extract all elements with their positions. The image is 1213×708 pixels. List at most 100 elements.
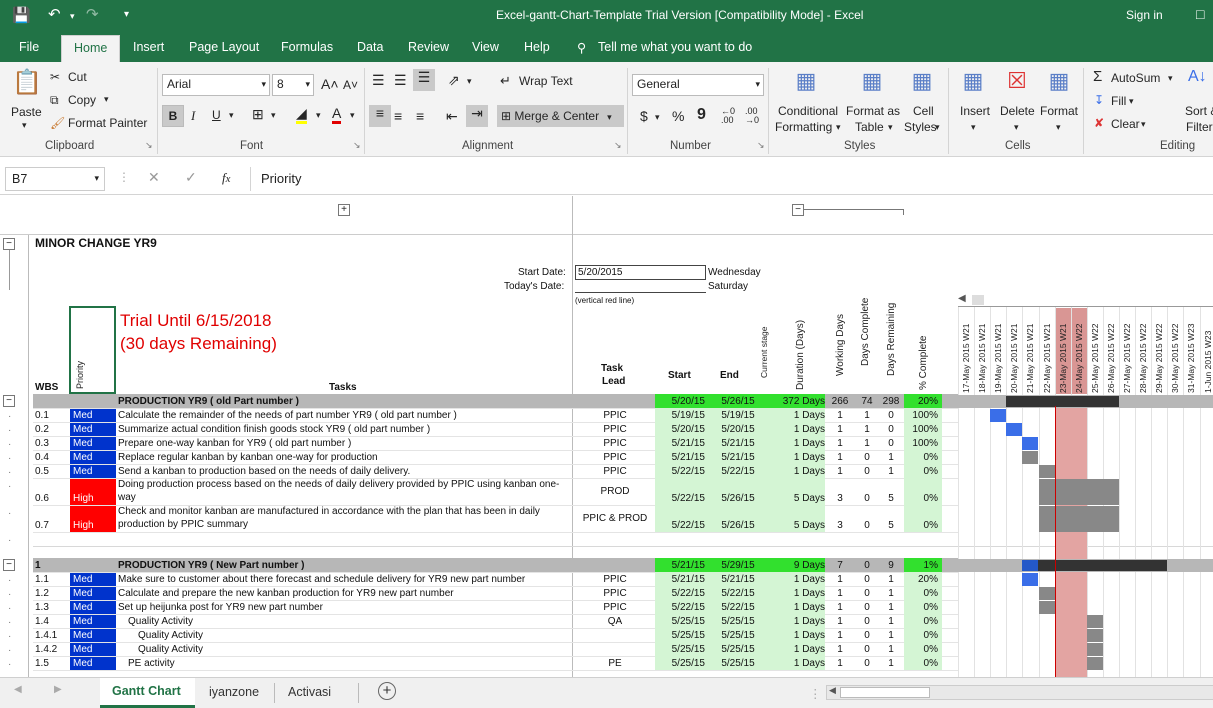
wbs-cell[interactable]: 0.3 [35, 437, 49, 450]
wbs-cell[interactable]: 1.3 [35, 601, 49, 614]
end-cell[interactable]: 5/26/15 [710, 519, 766, 532]
task-cell[interactable]: Summarize actual condition finish goods … [118, 423, 430, 436]
days-remaining-cell[interactable]: 1 [881, 573, 901, 586]
paste-dropdown-icon[interactable]: ▾ [22, 120, 27, 131]
days-complete-cell[interactable]: 0 [857, 587, 877, 600]
delete-cells-button[interactable]: Delete [1000, 104, 1035, 118]
days-remaining-cell[interactable]: 1 [881, 601, 901, 614]
tab-data[interactable]: Data [357, 40, 383, 54]
priority-cell[interactable]: Med [73, 587, 92, 600]
font-name-box[interactable]: Arial ▾ [162, 74, 270, 96]
cell-styles-label-1[interactable]: Cell [913, 104, 934, 118]
bottom-align-icon[interactable]: ☰ [413, 69, 435, 91]
duration-cell[interactable]: 1 Days [772, 601, 825, 614]
wbs-cell[interactable]: 1.2 [35, 587, 49, 600]
priority-cell[interactable]: Med [73, 409, 92, 422]
start-cell[interactable]: 5/21/15 [657, 573, 705, 586]
copy-button[interactable]: Copy [68, 93, 96, 107]
priority-cell[interactable]: Med [73, 643, 92, 656]
start-date-input[interactable]: 5/20/2015 [575, 265, 706, 280]
working-days-cell[interactable]: 1 [830, 643, 850, 656]
duration-cell[interactable]: 1 Days [772, 643, 825, 656]
lead-cell[interactable]: PPIC & PROD [575, 512, 655, 525]
number-format-box[interactable]: General ▾ [632, 74, 764, 96]
cell-styles-dropdown-icon[interactable]: ▾ [935, 122, 940, 133]
fill-color-dropdown-icon[interactable]: ▾ [316, 110, 321, 121]
autosum-dropdown-icon[interactable]: ▾ [1168, 73, 1173, 84]
wbs-cell[interactable]: 1.5 [35, 657, 49, 670]
comma-button[interactable]: 9 [697, 106, 706, 124]
days-remaining-cell[interactable]: 1 [881, 657, 901, 670]
format-painter-button[interactable]: Format Painter [68, 116, 147, 130]
task-cell[interactable]: Calculate the remainder of the needs of … [118, 409, 457, 422]
task-cell[interactable]: PRODUCTION YR9 ( New Part number ) [118, 559, 305, 572]
task-cell[interactable]: Send a kanban to production based on the… [118, 465, 410, 478]
end-cell[interactable]: 5/25/15 [710, 629, 766, 642]
working-days-cell[interactable]: 1 [830, 465, 850, 478]
days-complete-cell[interactable]: 0 [857, 601, 877, 614]
days-complete-cell[interactable]: 74 [857, 395, 877, 408]
tabbar-grip-icon[interactable]: ⋮ [809, 686, 822, 701]
ribbon-display-icon[interactable]: □ [1196, 6, 1204, 22]
autosum-icon[interactable]: Σ [1093, 68, 1102, 85]
increase-font-icon[interactable]: A˄ [321, 76, 339, 92]
wrap-text-icon[interactable]: ↵ [500, 73, 511, 89]
clear-icon[interactable]: ✘ [1094, 116, 1104, 130]
task-cell[interactable]: Check and monitor kanban are manufacture… [118, 505, 540, 518]
days-complete-cell[interactable]: 0 [857, 643, 877, 656]
days-complete-cell[interactable]: 1 [857, 437, 877, 450]
duration-cell[interactable]: 1 Days [772, 423, 825, 436]
format-as-table-icon[interactable]: ▦ [858, 68, 886, 98]
lead-cell[interactable]: PPIC [575, 573, 655, 586]
lead-cell[interactable]: PROD [575, 485, 655, 498]
end-cell[interactable]: 5/21/15 [710, 451, 766, 464]
decrease-indent-icon[interactable]: ⇤ [446, 108, 458, 125]
sort-filter-label-2[interactable]: Filter [1186, 120, 1213, 134]
borders-icon[interactable]: ⊞ [252, 106, 264, 123]
cell-styles-icon[interactable]: ▦ [908, 68, 936, 98]
fill-button[interactable]: Fill [1111, 94, 1126, 108]
task-cell[interactable]: Quality Activity [138, 643, 203, 656]
pct-complete-cell[interactable]: 100% [904, 437, 938, 450]
working-days-cell[interactable]: 3 [830, 519, 850, 532]
format-dropdown-icon[interactable]: ▾ [1056, 122, 1061, 133]
format-cells-button[interactable]: Format [1040, 104, 1078, 118]
start-cell[interactable]: 5/21/15 [657, 451, 705, 464]
wbs-cell[interactable]: 0.4 [35, 451, 49, 464]
days-complete-cell[interactable]: 0 [857, 492, 877, 505]
fill-color-icon[interactable]: ◢ [296, 106, 307, 124]
task-cell[interactable]: PRODUCTION YR9 ( old Part number ) [118, 395, 299, 408]
lead-cell[interactable]: PPIC [575, 451, 655, 464]
fill-icon[interactable]: ↧ [1094, 93, 1104, 107]
end-cell[interactable]: 5/25/15 [710, 657, 766, 670]
duration-cell[interactable]: 1 Days [772, 437, 825, 450]
pct-complete-cell[interactable]: 0% [904, 629, 938, 642]
days-complete-cell[interactable]: 0 [857, 451, 877, 464]
name-box[interactable]: B7 ▾ [5, 167, 105, 191]
delete-dropdown-icon[interactable]: ▾ [1014, 122, 1019, 133]
task-cell[interactable]: PE activity [128, 657, 175, 670]
working-days-cell[interactable]: 1 [830, 657, 850, 670]
start-cell[interactable]: 5/20/15 [657, 395, 705, 408]
copy-icon[interactable]: ⧉ [50, 93, 59, 108]
name-box-dropdown-icon[interactable]: ▾ [94, 173, 99, 184]
start-cell[interactable]: 5/20/15 [657, 423, 705, 436]
customize-toolbar-icon[interactable]: ▾ [124, 9, 129, 20]
number-launcher-icon[interactable]: ↘ [757, 140, 765, 151]
pct-complete-cell[interactable]: 0% [904, 492, 938, 505]
duration-cell[interactable]: 1 Days [772, 451, 825, 464]
wbs-cell[interactable]: 0.1 [35, 409, 49, 422]
days-remaining-cell[interactable]: 5 [881, 492, 901, 505]
font-size-box[interactable]: 8 ▾ [272, 74, 314, 96]
duration-cell[interactable]: 1 Days [772, 587, 825, 600]
redo-icon[interactable]: ↷ [86, 5, 99, 23]
pct-complete-cell[interactable]: 0% [904, 643, 938, 656]
end-cell[interactable]: 5/20/15 [710, 423, 766, 436]
align-left-icon[interactable]: ≡ [369, 105, 391, 127]
fill-dropdown-icon[interactable]: ▾ [1129, 96, 1134, 107]
tab-page-layout[interactable]: Page Layout [189, 40, 259, 54]
duration-cell[interactable]: 1 Days [772, 465, 825, 478]
top-align-icon[interactable]: ☰ [372, 72, 385, 89]
priority-cell[interactable]: High [73, 492, 94, 505]
start-cell[interactable]: 5/22/15 [657, 587, 705, 600]
